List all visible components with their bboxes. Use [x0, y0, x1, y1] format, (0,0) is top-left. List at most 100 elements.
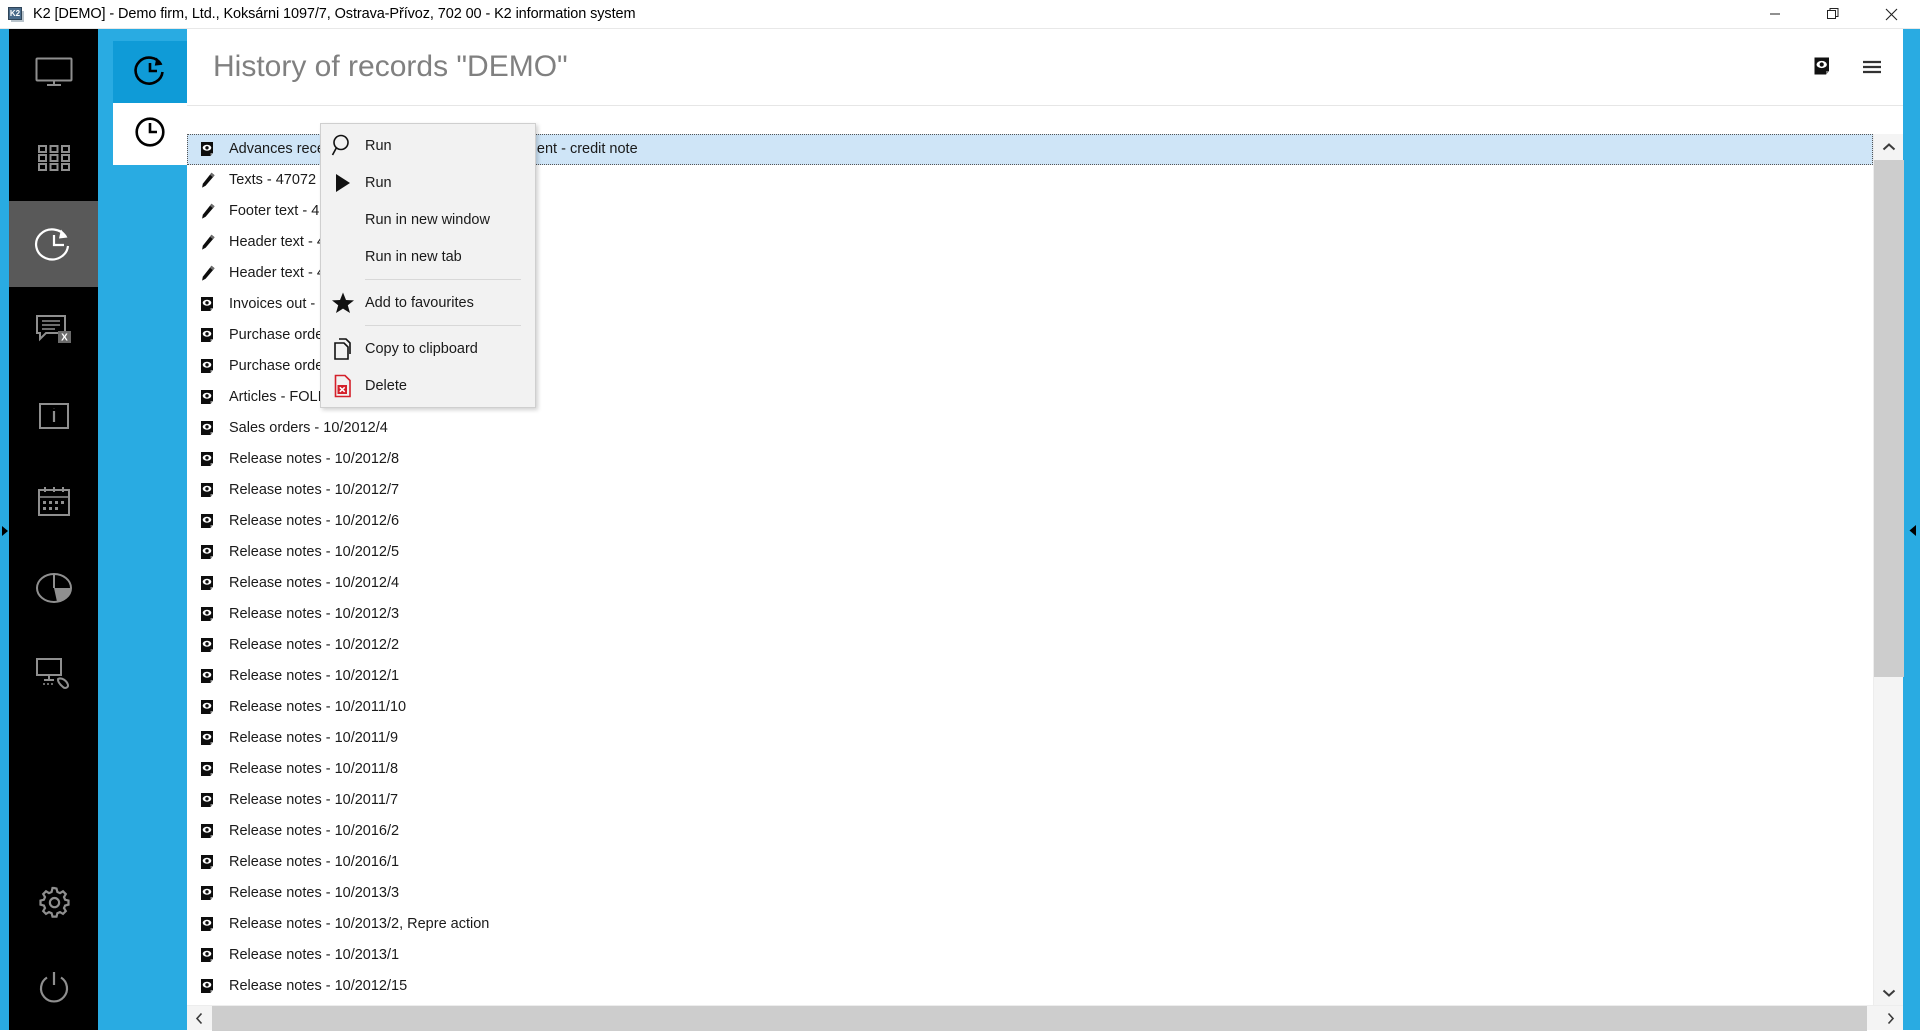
history-clock-icon	[132, 53, 168, 92]
context-menu-separator	[365, 279, 521, 280]
record-eye-icon	[200, 358, 218, 376]
record-eye-icon	[199, 760, 218, 779]
sidebar-item-settings[interactable]	[9, 858, 98, 944]
list-item[interactable]: Release notes - 10/2013/2, Repre action	[187, 909, 1873, 940]
list-item[interactable]: Release notes - 10/2013/1	[187, 940, 1873, 971]
context-menu-item-label: Copy to clipboard	[365, 340, 478, 357]
clock-icon	[133, 115, 167, 154]
record-eye-icon	[199, 512, 218, 531]
context-menu-item-run[interactable]: Run	[321, 164, 535, 201]
list-item[interactable]: Release notes - 10/2012/6	[187, 506, 1873, 537]
list-item[interactable]: Release notes - 10/2011/8	[187, 754, 1873, 785]
list-item-label: Release notes - 10/2012/1	[229, 668, 400, 684]
record-eye-icon	[200, 296, 218, 314]
record-eye-icon	[199, 605, 218, 624]
list-item[interactable]: Release notes - 10/2012/7	[187, 475, 1873, 506]
context-menu-item-label: Run in new window	[365, 211, 490, 228]
list-item[interactable]: Release notes - 10/2012/5	[187, 537, 1873, 568]
list-item[interactable]: Release notes - 10/2012/4	[187, 568, 1873, 599]
record-eye-icon	[199, 667, 218, 686]
vertical-scrollbar-thumb[interactable]	[1874, 160, 1904, 677]
collapse-left-arrow-icon[interactable]	[1908, 524, 1917, 537]
list-item[interactable]: Release notes - 10/2012/1	[187, 661, 1873, 692]
context-menu-item-no-icon	[321, 201, 365, 238]
sidebar-item-support[interactable]	[9, 631, 98, 717]
record-eye-icon	[199, 729, 218, 748]
sidebar-item-calendar[interactable]	[9, 459, 98, 545]
minimize-button[interactable]	[1746, 0, 1804, 29]
list-item-label: Release notes - 10/2011/7	[229, 792, 399, 808]
vertical-scrollbar[interactable]	[1873, 134, 1904, 1006]
calendar-icon	[37, 486, 71, 518]
record-eye-icon	[200, 575, 218, 593]
context-menu-item-delete[interactable]: Delete	[321, 367, 535, 404]
scroll-up-arrow-icon[interactable]	[1874, 134, 1904, 160]
monitor-phone-icon	[35, 657, 73, 691]
context-menu-item-add-to-favourites[interactable]: Add to favourites	[321, 284, 535, 321]
k2-app-icon: K2	[7, 5, 25, 23]
grid-apps-icon	[37, 143, 71, 173]
context-menu-separator	[365, 325, 521, 326]
sidebar-item-messages[interactable]: X	[9, 287, 98, 373]
collapse-right-arrow-icon[interactable]	[1, 524, 9, 536]
record-eye-icon	[200, 420, 218, 438]
pencil-icon	[199, 202, 218, 221]
page-header: History of records "DEMO"	[187, 29, 1903, 105]
scroll-left-arrow-icon[interactable]	[187, 1006, 212, 1031]
list-item[interactable]: Sales orders - 10/2012/4	[187, 413, 1873, 444]
page-title: History of records "DEMO"	[213, 50, 568, 83]
list-item-label: Release notes - 10/2013/2, Repre action	[229, 916, 490, 932]
record-eye-icon	[200, 451, 218, 469]
sidebar-item-power[interactable]	[9, 944, 98, 1030]
restore-button[interactable]	[1804, 0, 1862, 29]
delete-file-icon	[333, 374, 353, 398]
sidebar-item-modules[interactable]	[9, 115, 98, 201]
sidebar-item-history[interactable]	[9, 201, 98, 287]
list-item[interactable]: Release notes - 10/2016/2	[187, 816, 1873, 847]
pencil-icon	[199, 233, 218, 252]
record-eye-icon	[200, 761, 218, 779]
list-item[interactable]: Release notes - 10/2016/1	[187, 847, 1873, 878]
list-item[interactable]: Release notes - 10/2013/3	[187, 878, 1873, 909]
list-item[interactable]: Release notes - 10/2012/3	[187, 599, 1873, 630]
context-menu-item-run-in-new-tab[interactable]: Run in new tab	[321, 238, 535, 275]
record-eye-icon	[200, 730, 218, 748]
list-item[interactable]: Release notes - 10/2011/7	[187, 785, 1873, 816]
horizontal-scrollbar-thumb[interactable]	[212, 1006, 1867, 1031]
record-eye-icon	[199, 140, 218, 159]
list-item[interactable]: Release notes - 10/2012/2	[187, 630, 1873, 661]
sidebar-item-reports[interactable]	[9, 545, 98, 631]
record-eye-icon	[200, 916, 218, 934]
pencil-icon	[200, 265, 218, 283]
list-item[interactable]: Release notes - 10/2011/9	[187, 723, 1873, 754]
pencil-icon	[199, 264, 218, 283]
preview-eye-icon[interactable]	[1811, 54, 1837, 80]
horizontal-scrollbar[interactable]	[187, 1005, 1903, 1031]
list-item-label: Release notes - 10/2012/2	[229, 637, 400, 653]
subnav-item-history-of-records[interactable]	[113, 41, 187, 103]
window-title: K2 [DEMO] - Demo firm, Ltd., Koksárni 10…	[33, 6, 636, 22]
list-item[interactable]: Release notes - 10/2011/10	[187, 692, 1873, 723]
record-eye-icon	[199, 977, 218, 996]
context-menu-item-run-in-new-window[interactable]: Run in new window	[321, 201, 535, 238]
sidebar-item-information[interactable]	[9, 373, 98, 459]
list-item-label: Release notes - 10/2012/8	[229, 451, 400, 467]
list-item[interactable]: Release notes - 10/2012/8	[187, 444, 1873, 475]
subnav-item-recent[interactable]	[113, 103, 187, 165]
hamburger-menu-icon[interactable]	[1859, 54, 1885, 80]
record-eye-icon	[200, 699, 218, 717]
record-eye-icon	[199, 853, 218, 872]
record-eye-icon	[200, 854, 218, 872]
record-eye-icon	[199, 946, 218, 965]
list-item[interactable]: Release notes - 10/2012/15	[187, 971, 1873, 1002]
scroll-down-arrow-icon[interactable]	[1874, 980, 1904, 1006]
context-menu-item-copy-to-clipboard[interactable]: Copy to clipboard	[321, 330, 535, 367]
scroll-right-arrow-icon[interactable]	[1878, 1006, 1903, 1031]
magnifier-icon	[321, 127, 365, 164]
sidebar-item-desktop[interactable]	[9, 29, 98, 115]
list-item-label: Release notes - 10/2012/7	[229, 482, 400, 498]
close-button[interactable]	[1862, 0, 1920, 29]
record-eye-icon	[200, 141, 218, 159]
record-eye-icon	[199, 822, 218, 841]
context-menu-item-run-preview[interactable]: Run	[321, 127, 535, 164]
